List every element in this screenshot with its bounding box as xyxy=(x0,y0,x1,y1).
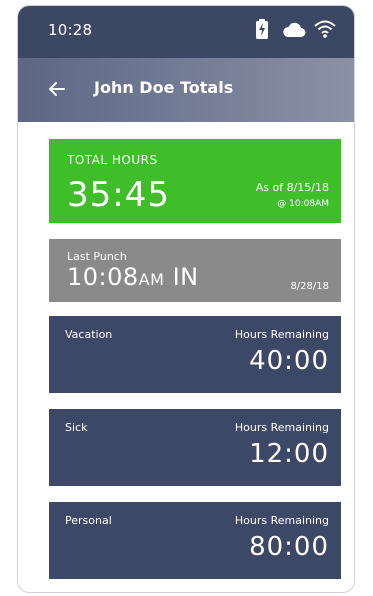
balance-name: Vacation xyxy=(65,328,113,341)
last-punch-time: 10:08 xyxy=(67,263,139,291)
cloud-icon xyxy=(282,22,306,42)
sick-balance-card: Sick Hours Remaining 12:00 xyxy=(49,409,341,486)
balance-value: 40:00 xyxy=(249,346,329,376)
balance-value: 80:00 xyxy=(249,532,329,562)
status-time: 10:28 xyxy=(48,21,93,39)
balance-label: Hours Remaining xyxy=(234,328,329,341)
status-bar: 10:28 xyxy=(18,6,354,58)
app-bar: John Doe Totals xyxy=(18,58,354,122)
status-icons xyxy=(248,19,338,39)
total-hours-value: 35:45 xyxy=(67,175,170,215)
balance-name: Sick xyxy=(65,421,88,434)
total-hours-as-of: As of 8/15/18 xyxy=(255,181,329,194)
total-hours-as-of-time: @ 10:08AM xyxy=(277,199,329,209)
battery-charging-icon xyxy=(256,19,268,43)
balance-value: 12:00 xyxy=(249,439,329,469)
last-punch-ampm: AM xyxy=(138,270,165,289)
total-hours-card: TOTAL HOURS 35:45 As of 8/15/18 @ 10:08A… xyxy=(49,139,341,223)
phone-screen: 10:28 John Doe Totals TOTAL HOURS 35:45 … xyxy=(17,5,355,593)
arrow-left-icon[interactable] xyxy=(46,78,68,100)
balance-name: Personal xyxy=(65,514,112,527)
last-punch-direction: IN xyxy=(172,263,199,291)
personal-balance-card: Personal Hours Remaining 80:00 xyxy=(49,502,341,579)
balance-label: Hours Remaining xyxy=(234,514,329,527)
vacation-balance-card: Vacation Hours Remaining 40:00 xyxy=(49,316,341,393)
total-hours-label: TOTAL HOURS xyxy=(67,153,158,167)
wifi-icon xyxy=(314,20,336,42)
last-punch-date: 8/28/18 xyxy=(290,281,329,292)
last-punch-value: 10:08AM IN xyxy=(67,263,199,291)
balance-label: Hours Remaining xyxy=(234,421,329,434)
last-punch-card: Last Punch 10:08AM IN 8/28/18 xyxy=(49,239,341,302)
page-title: John Doe Totals xyxy=(94,78,234,97)
last-punch-label: Last Punch xyxy=(67,250,127,263)
